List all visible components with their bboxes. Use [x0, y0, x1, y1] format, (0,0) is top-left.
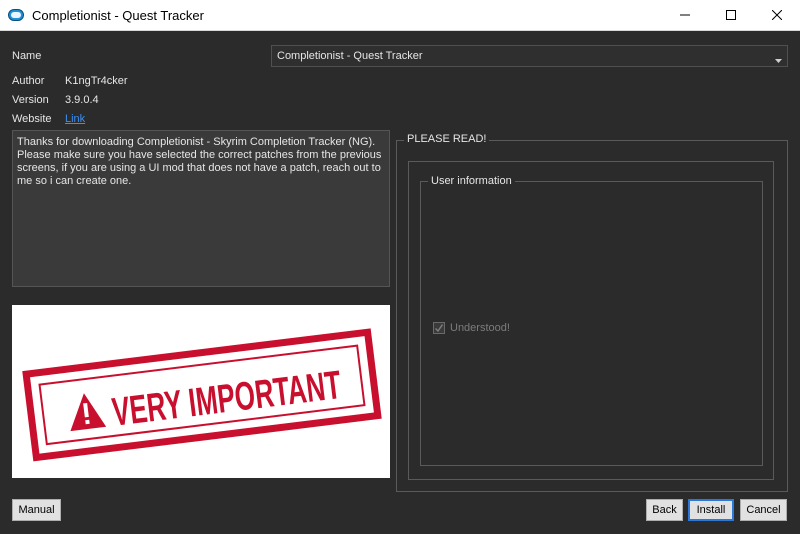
name-dropdown[interactable]: Completionist - Quest Tracker [271, 45, 788, 67]
please-read-title: PLEASE READ! [404, 133, 490, 145]
understood-label: Understood! [450, 322, 510, 334]
minimize-icon [680, 14, 690, 16]
version-value: 3.9.0.4 [65, 94, 99, 106]
title-bar: Completionist - Quest Tracker [0, 0, 800, 31]
close-icon [772, 10, 782, 20]
name-label: Name [12, 50, 42, 62]
name-dropdown-value: Completionist - Quest Tracker [277, 50, 423, 62]
description-text: Thanks for downloading Completionist - S… [12, 130, 390, 287]
maximize-icon [726, 10, 736, 20]
author-label: Author [12, 75, 45, 87]
understood-checkbox[interactable]: Understood! [433, 322, 510, 334]
install-button[interactable]: Install [688, 499, 734, 521]
window-title: Completionist - Quest Tracker [32, 8, 204, 23]
manual-button[interactable]: Manual [12, 499, 61, 521]
very-important-banner: VERY IMPORTANT [12, 305, 390, 478]
back-button[interactable]: Back [646, 499, 683, 521]
user-information-title: User information [428, 175, 515, 187]
check-icon [433, 322, 445, 334]
chevron-down-icon [775, 54, 782, 66]
app-icon [8, 9, 24, 21]
author-value: K1ngTr4cker [65, 75, 128, 87]
close-button[interactable] [754, 0, 800, 30]
minimize-button[interactable] [662, 0, 708, 30]
version-label: Version [12, 94, 49, 106]
maximize-button[interactable] [708, 0, 754, 30]
cancel-button[interactable]: Cancel [740, 499, 787, 521]
website-link[interactable]: Link [65, 113, 85, 125]
website-label: Website [12, 113, 52, 125]
warning-icon [70, 393, 107, 432]
